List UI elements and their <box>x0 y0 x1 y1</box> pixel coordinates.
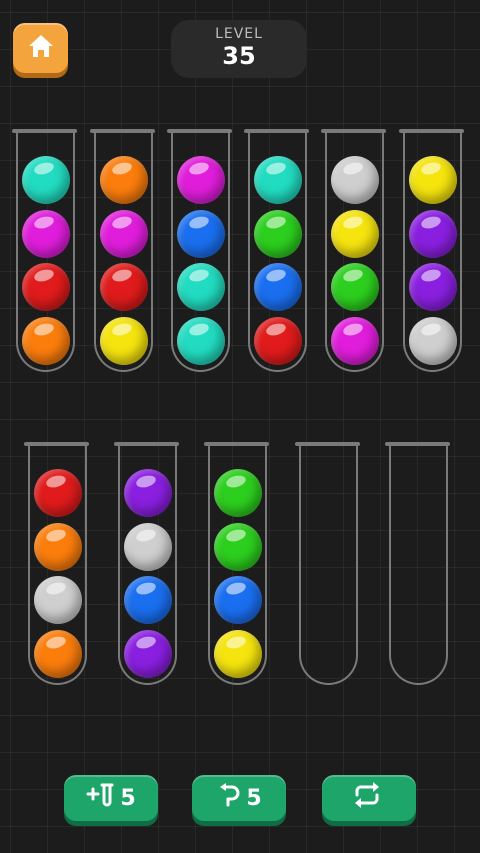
red-ball <box>100 263 148 311</box>
silver-ball <box>34 576 82 624</box>
silver-ball <box>124 523 172 571</box>
red-ball <box>22 263 70 311</box>
red-ball <box>254 317 302 365</box>
add-tube-count: 5 <box>120 785 136 811</box>
undo-button[interactable]: 5 <box>192 775 286 821</box>
tube-2[interactable] <box>90 129 155 372</box>
magenta-ball <box>100 210 148 258</box>
green-ball <box>214 523 262 571</box>
restart-icon <box>351 781 387 815</box>
yellow-ball <box>331 210 379 258</box>
undo-count: 5 <box>246 785 262 811</box>
blue-ball <box>254 263 302 311</box>
blue-ball <box>214 576 262 624</box>
yellow-ball <box>100 317 148 365</box>
add-tube-icon <box>86 782 120 814</box>
green-ball <box>331 263 379 311</box>
cyan-ball <box>254 156 302 204</box>
blue-ball <box>124 576 172 624</box>
green-ball <box>254 210 302 258</box>
purple-ball <box>409 263 457 311</box>
cyan-ball <box>177 317 225 365</box>
tube-4[interactable] <box>244 129 309 372</box>
purple-ball <box>124 469 172 517</box>
tube-9[interactable] <box>204 442 269 685</box>
add-tube-button[interactable]: 5 <box>64 775 158 821</box>
orange-ball <box>34 630 82 678</box>
silver-ball <box>331 156 379 204</box>
orange-ball <box>22 317 70 365</box>
level-indicator: LEVEL 35 <box>171 20 307 78</box>
magenta-ball <box>177 156 225 204</box>
orange-ball <box>100 156 148 204</box>
orange-ball <box>34 523 82 571</box>
level-number: 35 <box>222 42 256 70</box>
red-ball <box>34 469 82 517</box>
tube-3[interactable] <box>167 129 232 372</box>
magenta-ball <box>22 210 70 258</box>
purple-ball <box>124 630 172 678</box>
undo-icon <box>216 782 246 814</box>
blue-ball <box>177 210 225 258</box>
home-icon <box>27 33 55 63</box>
yellow-ball <box>214 630 262 678</box>
tube-10[interactable] <box>295 442 360 685</box>
tube-11[interactable] <box>385 442 450 685</box>
tube-7[interactable] <box>24 442 89 685</box>
purple-ball <box>409 210 457 258</box>
tube-5[interactable] <box>321 129 386 372</box>
green-ball <box>214 469 262 517</box>
tube-1[interactable] <box>12 129 77 372</box>
yellow-ball <box>409 156 457 204</box>
cyan-ball <box>177 263 225 311</box>
cyan-ball <box>22 156 70 204</box>
restart-button[interactable] <box>322 775 416 821</box>
silver-ball <box>409 317 457 365</box>
tube-6[interactable] <box>399 129 464 372</box>
magenta-ball <box>331 317 379 365</box>
level-label: LEVEL <box>215 26 263 42</box>
tube-8[interactable] <box>114 442 179 685</box>
home-button[interactable] <box>13 23 68 73</box>
